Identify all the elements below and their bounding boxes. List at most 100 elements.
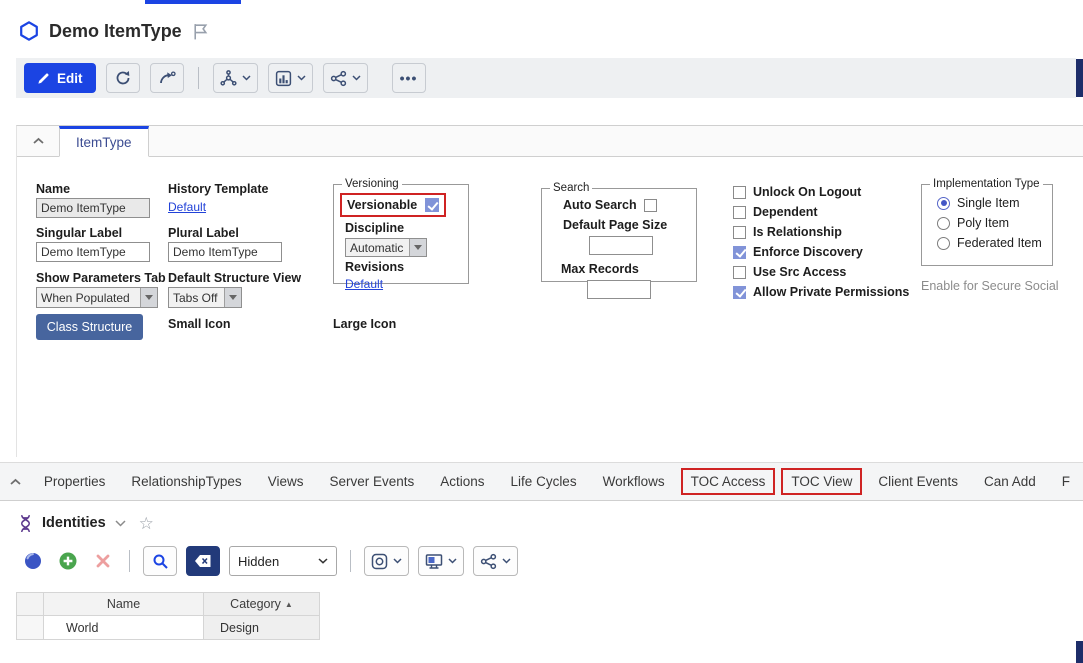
- main-toolbar: Edit: [16, 58, 1076, 98]
- versionable-checkbox[interactable]: [425, 198, 439, 212]
- delete-relationship-button[interactable]: [90, 547, 116, 575]
- tab-server-events[interactable]: Server Events: [329, 474, 414, 489]
- toolbar-separator: [129, 550, 130, 572]
- implementation-type-legend: Implementation Type: [930, 178, 1043, 190]
- history-template-link[interactable]: Default: [168, 200, 206, 214]
- identities-grid: Name Category ▲ World Design: [16, 592, 320, 640]
- show-parameters-tab-select[interactable]: When Populated: [36, 287, 158, 308]
- chevron-down-icon: [318, 558, 328, 564]
- is-relationship-label: Is Relationship: [753, 225, 842, 239]
- hidden-filter-select[interactable]: Hidden: [229, 546, 337, 576]
- default-page-size-input[interactable]: [589, 236, 653, 255]
- search-toggle-button[interactable]: [143, 546, 177, 576]
- max-records-input[interactable]: [587, 280, 651, 299]
- federated-item-radio[interactable]: [937, 237, 950, 250]
- tab-client-events[interactable]: Client Events: [878, 474, 958, 489]
- name-label: Name: [36, 182, 70, 196]
- edit-button-label: Edit: [57, 71, 83, 86]
- discipline-select[interactable]: Automatic: [345, 238, 427, 257]
- tab-itemtype-label: ItemType: [76, 135, 132, 150]
- flag-icon[interactable]: [191, 22, 210, 41]
- revisions-default-link[interactable]: Default: [345, 277, 383, 291]
- edit-button[interactable]: Edit: [24, 63, 96, 93]
- show-parameters-tab-label: Show Parameters Tab: [36, 271, 166, 285]
- tab-can-add[interactable]: Can Add: [984, 474, 1036, 489]
- add-relationship-button[interactable]: [55, 547, 81, 575]
- navigate-dropdown-button[interactable]: [213, 63, 258, 93]
- category-cell-value: Design: [220, 621, 259, 635]
- unlock-on-logout-label: Unlock On Logout: [753, 185, 861, 199]
- is-relationship-checkbox[interactable]: [733, 226, 746, 239]
- unlock-on-logout-checkbox[interactable]: [733, 186, 746, 199]
- favorite-star-icon[interactable]: ☆: [139, 515, 154, 532]
- row-handle-column-header[interactable]: [16, 592, 44, 616]
- dropdown-arrow-icon: [140, 288, 157, 307]
- collapse-form-button[interactable]: [17, 126, 59, 156]
- versioning-group: Versioning Versionable Discipline Automa…: [333, 178, 469, 284]
- tab-properties[interactable]: Properties: [44, 474, 106, 489]
- plural-label-input[interactable]: [168, 242, 282, 262]
- share-dropdown-button[interactable]: [323, 63, 368, 93]
- poly-item-radio[interactable]: [937, 217, 950, 230]
- collapse-relationships-button[interactable]: [0, 478, 31, 486]
- plural-label: Plural Label: [168, 226, 239, 240]
- monitor-icon: [425, 553, 443, 570]
- default-structure-view-label: Default Structure View: [168, 271, 301, 285]
- category-column-header[interactable]: Category ▲: [204, 592, 320, 616]
- singular-label: Singular Label: [36, 226, 122, 240]
- dependent-label: Dependent: [753, 205, 818, 219]
- more-actions-button[interactable]: •••: [392, 63, 426, 93]
- tab-itemtype[interactable]: ItemType: [59, 126, 149, 157]
- right-edge-panel: [1076, 59, 1083, 97]
- tab-actions[interactable]: Actions: [440, 474, 484, 489]
- large-icon-label: Large Icon: [333, 317, 396, 331]
- share-icon: [330, 70, 347, 87]
- single-item-radio[interactable]: [937, 197, 950, 210]
- display-options-dropdown-button[interactable]: [364, 546, 409, 576]
- row-handle-cell: [16, 616, 44, 640]
- clear-search-button[interactable]: [186, 546, 220, 576]
- enforce-discovery-checkbox[interactable]: [733, 246, 746, 259]
- promote-button[interactable]: [150, 63, 184, 93]
- relationship-picker-chevron-icon[interactable]: [115, 520, 126, 527]
- class-structure-button[interactable]: Class Structure: [36, 314, 143, 340]
- sort-ascending-icon: ▲: [285, 600, 293, 609]
- small-icon-label: Small Icon: [168, 317, 231, 331]
- dropdown-arrow-icon: [224, 288, 241, 307]
- grid-views-dropdown-button[interactable]: [418, 546, 464, 576]
- chart-dropdown-button[interactable]: [268, 63, 313, 93]
- category-cell: Design: [204, 616, 320, 640]
- chevron-down-icon: [242, 75, 251, 81]
- chart-icon: [275, 70, 292, 87]
- open-item-button[interactable]: [20, 547, 46, 575]
- grid-row-world[interactable]: World Design: [16, 616, 320, 640]
- auto-search-checkbox[interactable]: [644, 199, 657, 212]
- dependent-checkbox[interactable]: [733, 206, 746, 219]
- chevron-down-icon: [502, 558, 511, 564]
- singular-label-input[interactable]: [36, 242, 150, 262]
- tab-workflows[interactable]: Workflows: [603, 474, 665, 489]
- name-input[interactable]: [36, 198, 150, 218]
- tab-toc-view[interactable]: TOC View: [781, 468, 862, 495]
- share-dropdown-button[interactable]: [473, 546, 518, 576]
- default-structure-view-select[interactable]: Tabs Off: [168, 287, 242, 308]
- search-legend: Search: [550, 182, 592, 194]
- tab-life-cycles[interactable]: Life Cycles: [511, 474, 577, 489]
- tab-cutoff[interactable]: F: [1062, 474, 1070, 489]
- tab-views[interactable]: Views: [268, 474, 304, 489]
- name-column-header[interactable]: Name: [44, 592, 204, 616]
- default-structure-view-value: Tabs Off: [169, 288, 224, 307]
- app-window: Demo ItemType Edit: [0, 0, 1083, 663]
- identities-icon: [18, 514, 33, 533]
- tab-toc-access[interactable]: TOC Access: [681, 468, 776, 495]
- use-src-access-checkbox[interactable]: [733, 266, 746, 279]
- implementation-type-group: Implementation Type Single Item Poly Ite…: [921, 178, 1053, 266]
- tab-relationshiptypes[interactable]: RelationshipTypes: [131, 474, 241, 489]
- refresh-icon: [115, 70, 131, 86]
- hidden-filter-value: Hidden: [238, 554, 279, 569]
- toolbar-separator: [350, 550, 351, 572]
- toolbar-separator: [198, 67, 199, 89]
- refresh-button[interactable]: [106, 63, 140, 93]
- allow-private-permissions-checkbox[interactable]: [733, 286, 746, 299]
- search-group: Search Auto Search Default Page Size Max…: [541, 182, 697, 282]
